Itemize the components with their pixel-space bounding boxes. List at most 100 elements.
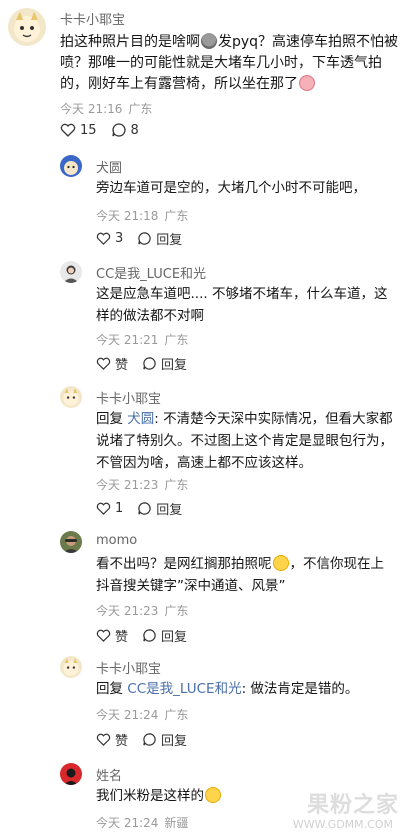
smirk-emoji-icon bbox=[272, 555, 289, 571]
reply-meta: 今天 21:21 广东 bbox=[96, 331, 188, 348]
reply-text: 这是应急车道吧.... 不够堵不堵车，什么车道，这样的做法都不对啊 bbox=[96, 286, 388, 324]
smirk-emoji-icon bbox=[205, 787, 221, 803]
comment-bubble-icon bbox=[138, 502, 151, 515]
mention-link[interactable]: CC是我_LUCE和光 bbox=[127, 681, 241, 697]
reply-button[interactable]: 回复 bbox=[137, 229, 182, 248]
heart-icon bbox=[96, 733, 111, 746]
reply-meta: 今天 21:23 广东 bbox=[96, 476, 188, 493]
location: 广东 bbox=[164, 604, 189, 618]
poop-emoji-icon bbox=[201, 33, 217, 49]
like-label: 赞 bbox=[115, 630, 129, 645]
avatar[interactable] bbox=[60, 531, 82, 553]
reply-meta: 今天 21:23 广东 bbox=[96, 602, 188, 619]
location: 广东 bbox=[164, 333, 189, 347]
like-button[interactable]: 1 bbox=[96, 501, 123, 516]
timestamp: 今天 21:23 bbox=[96, 604, 159, 618]
reply-text: 回复 犬圆: 不清楚今天深中实际情况，但看大家都说堵了特别久。不过图上这个肯定是… bbox=[96, 408, 396, 474]
like-button[interactable]: 15 bbox=[60, 123, 97, 138]
like-label: 赞 bbox=[115, 734, 129, 749]
cat-avatar-icon bbox=[63, 658, 79, 676]
reply-button[interactable]: 回复 bbox=[142, 354, 187, 373]
reply-label: 回复 bbox=[161, 734, 188, 749]
like-button[interactable]: 赞 bbox=[96, 730, 128, 749]
reply-body: : 做法肯定是错的。 bbox=[241, 681, 359, 697]
comment-button[interactable]: 8 bbox=[111, 122, 139, 138]
reply-label: 回复 bbox=[156, 503, 183, 518]
avatar[interactable] bbox=[8, 8, 46, 46]
like-label: 赞 bbox=[115, 358, 129, 373]
comment-bubble-icon bbox=[138, 232, 151, 245]
comment-bubble-icon bbox=[143, 357, 156, 370]
cat-avatar-icon bbox=[14, 12, 40, 42]
timestamp: 今天 21:23 bbox=[96, 478, 159, 492]
comment-bubble-icon bbox=[143, 629, 156, 642]
author-name[interactable]: 卡卡小耶宝 bbox=[96, 388, 161, 407]
timestamp: 今天 21:21 bbox=[96, 333, 159, 347]
reply-text: 旁边车道可是空的，大堵几个小时不可能吧， bbox=[96, 180, 366, 196]
reply-text-part1: 看不出吗？是网红搁那拍照呢 bbox=[96, 556, 272, 572]
heart-icon bbox=[96, 232, 111, 245]
crying-emoji-icon bbox=[299, 75, 315, 91]
author-name[interactable]: 犬圆 bbox=[96, 157, 122, 176]
heart-icon bbox=[96, 502, 111, 515]
avatar[interactable] bbox=[60, 155, 82, 177]
mention-link[interactable]: 犬圆 bbox=[127, 411, 154, 427]
reply-button[interactable]: 回复 bbox=[142, 730, 187, 749]
watermark: 果粉之家 bbox=[306, 793, 399, 818]
reply-label: 回复 bbox=[161, 358, 188, 373]
avatar[interactable] bbox=[60, 763, 82, 785]
author-name[interactable]: 姓名 bbox=[96, 765, 122, 784]
like-button[interactable]: 赞 bbox=[96, 626, 128, 645]
reply-body: 我们米粉是这样的 bbox=[96, 788, 204, 804]
cat-avatar-icon bbox=[63, 388, 79, 406]
author-name[interactable]: 卡卡小耶宝 bbox=[60, 9, 125, 28]
reply-actions: 3 回复 bbox=[96, 229, 196, 248]
comment-bubble-icon bbox=[111, 123, 126, 137]
like-button[interactable]: 3 bbox=[96, 231, 123, 246]
reply-actions: 赞 回复 bbox=[96, 626, 201, 645]
reply-meta: 今天 21:24 新疆 bbox=[96, 814, 188, 831]
reply-prefix: 回复 bbox=[96, 411, 123, 427]
comment-bubble-icon bbox=[143, 733, 156, 746]
author-name[interactable]: 卡卡小耶宝 bbox=[96, 658, 161, 677]
author-name[interactable]: CC是我_LUCE和光 bbox=[96, 263, 206, 282]
like-count: 3 bbox=[115, 231, 124, 246]
location: 广东 bbox=[164, 478, 189, 492]
location: 广东 bbox=[164, 209, 189, 223]
like-button[interactable]: 赞 bbox=[96, 354, 128, 373]
reply-meta: 今天 21:24 广东 bbox=[96, 706, 188, 723]
reply-meta: 今天 21:18 广东 bbox=[96, 207, 188, 224]
author-name[interactable]: momo bbox=[96, 533, 137, 548]
avatar[interactable] bbox=[60, 261, 82, 283]
reply-label: 回复 bbox=[156, 233, 183, 248]
comment-text-part1: 拍这种照片目的是啥啊 bbox=[60, 34, 200, 50]
reply-text: 回复 CC是我_LUCE和光: 做法肯定是错的。 bbox=[96, 678, 396, 700]
person-avatar-icon bbox=[64, 768, 78, 785]
timestamp: 今天 21:16 bbox=[60, 102, 123, 116]
reply-button[interactable]: 回复 bbox=[142, 626, 187, 645]
reply-button[interactable]: 回复 bbox=[137, 499, 182, 518]
like-count: 15 bbox=[80, 122, 97, 138]
timestamp: 今天 21:18 bbox=[96, 209, 159, 223]
watermark-url: WWW.GDMM.COM bbox=[292, 818, 393, 831]
comment-actions: 15 8 bbox=[60, 122, 153, 138]
timestamp: 今天 21:24 bbox=[96, 708, 159, 722]
avatar[interactable] bbox=[60, 386, 82, 408]
location: 新疆 bbox=[164, 816, 189, 830]
heart-icon bbox=[96, 357, 111, 370]
reply-actions: 赞 回复 bbox=[96, 730, 201, 749]
reply-text: 看不出吗？是网红搁那拍照呢 ，不信你现在上抖音搜关键字”深中通道、风景” bbox=[96, 553, 396, 597]
location: 广东 bbox=[128, 102, 153, 116]
person-avatar-icon bbox=[63, 265, 79, 283]
like-count: 1 bbox=[115, 501, 124, 516]
heart-icon bbox=[60, 123, 76, 137]
comment-count: 8 bbox=[130, 122, 139, 138]
person-avatar-icon bbox=[63, 536, 79, 553]
heart-icon bbox=[96, 629, 111, 642]
avatar[interactable] bbox=[60, 656, 82, 678]
reply-label: 回复 bbox=[161, 630, 188, 645]
dog-avatar-icon bbox=[64, 161, 78, 175]
comment-meta: 今天 21:16 广东 bbox=[60, 100, 152, 117]
comment-text: 拍这种照片目的是啥啊 发pyq？高速停车拍照不怕被喷？那唯一的可能性就是大堵车几小… bbox=[60, 32, 400, 95]
reply-actions: 赞 回复 bbox=[96, 354, 201, 373]
